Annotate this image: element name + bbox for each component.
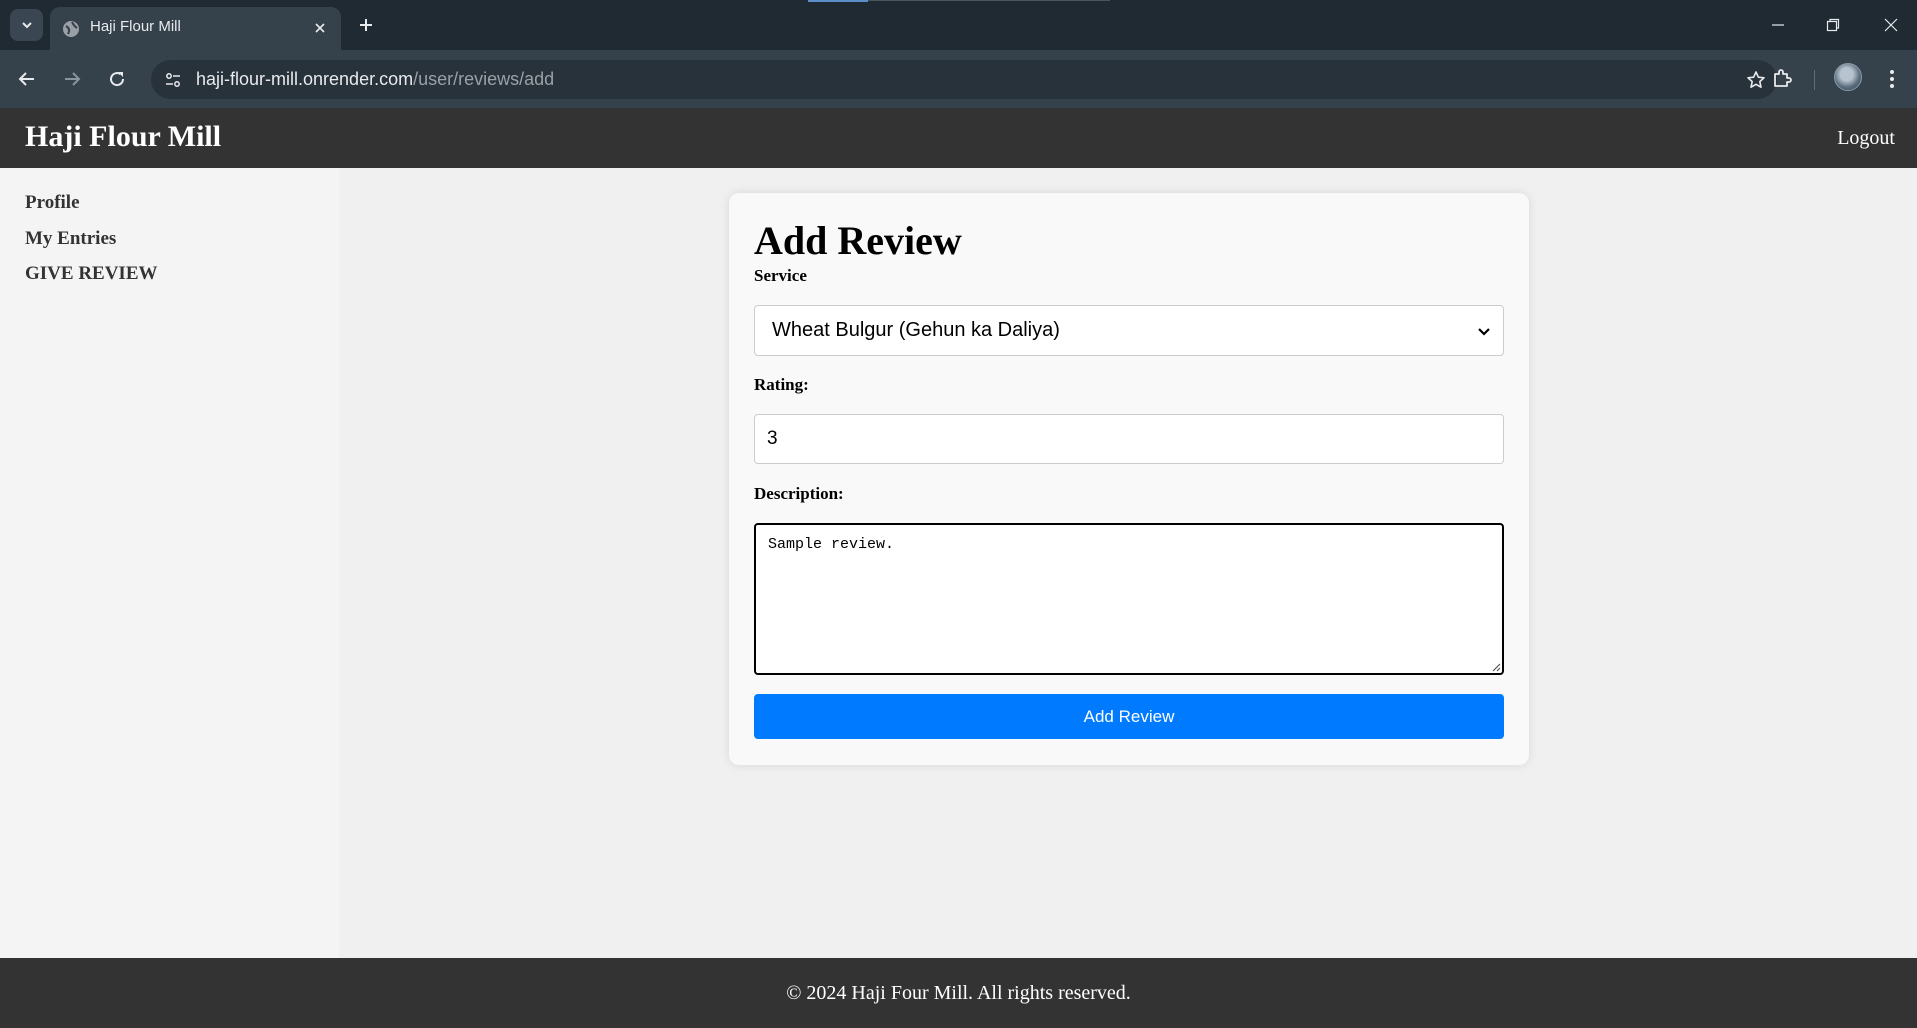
restore-button[interactable] [1818, 10, 1848, 40]
forward-button[interactable] [56, 63, 88, 95]
site-footer: © 2024 Haji Four Mill. All rights reserv… [0, 958, 1917, 1028]
url-path: /user/reviews/add [413, 69, 555, 89]
sidebar-item-my-entries[interactable]: My Entries [25, 228, 116, 250]
tune-icon [166, 73, 180, 87]
service-select[interactable]: Wheat Bulgur (Gehun ka Daliya) [754, 305, 1504, 356]
plus-icon [360, 19, 372, 31]
sidebar-item-give-review[interactable]: GIVE REVIEW [25, 263, 158, 285]
tab-close-button[interactable] [309, 17, 331, 39]
address-bar[interactable]: haji-flour-mill.onrender.com/user/review… [151, 60, 1777, 99]
puzzle-icon [1774, 69, 1792, 87]
chevron-down-icon [21, 22, 32, 29]
service-selected-value: Wheat Bulgur (Gehun ka Daliya) [772, 319, 1060, 341]
page-title: Add Review [754, 218, 962, 263]
site-info-button[interactable] [161, 68, 185, 92]
sidebar-item-profile[interactable]: Profile [25, 192, 80, 214]
star-icon [1747, 71, 1765, 88]
browser-toolbar: haji-flour-mill.onrender.com/user/review… [0, 50, 1917, 108]
restore-icon [1826, 18, 1840, 32]
tabstrip-divider [868, 0, 1110, 1]
rating-value: 3 [767, 428, 778, 449]
chevron-down-icon [1478, 328, 1490, 336]
reload-button[interactable] [101, 63, 133, 95]
description-value: Sample review. [768, 536, 895, 553]
tab-loading-indicator [808, 0, 868, 2]
minimize-icon [1772, 24, 1784, 26]
back-button[interactable] [11, 63, 43, 95]
description-textarea[interactable]: Sample review. [754, 523, 1504, 675]
add-review-form: Add Review Service Wheat Bulgur (Gehun k… [729, 193, 1529, 765]
site-brand[interactable]: Haji Flour Mill [25, 120, 221, 154]
add-review-button[interactable]: Add Review [754, 694, 1504, 739]
tab-search-button[interactable] [10, 9, 43, 41]
close-icon [315, 23, 325, 33]
rating-label: Rating: [754, 375, 809, 394]
sidebar: Profile My Entries GIVE REVIEW [0, 168, 339, 958]
resize-grip-icon[interactable] [1489, 660, 1501, 672]
tab-title: Haji Flour Mill [90, 18, 181, 35]
browser-tabstrip: Haji Flour Mill [0, 0, 1917, 50]
new-tab-button[interactable] [352, 11, 380, 39]
extensions-button[interactable] [1766, 63, 1798, 95]
rating-input[interactable]: 3 [754, 414, 1504, 464]
description-label: Description: [754, 484, 844, 503]
more-vert-icon [1890, 70, 1894, 88]
browser-tab[interactable]: Haji Flour Mill [50, 7, 341, 50]
service-label: Service [754, 266, 807, 285]
window-close-button[interactable] [1876, 10, 1906, 40]
url-text[interactable]: haji-flour-mill.onrender.com/user/review… [196, 69, 554, 90]
arrow-right-icon [65, 72, 81, 86]
toolbar-divider [1814, 70, 1815, 90]
browser-menu-button[interactable] [1876, 63, 1908, 95]
globe-icon [63, 21, 79, 37]
site-header: Haji Flour Mill Logout [0, 108, 1917, 168]
profile-avatar[interactable] [1834, 63, 1862, 91]
reload-icon [110, 72, 125, 87]
copyright-text: © 2024 Haji Four Mill. All rights reserv… [786, 982, 1131, 1004]
arrow-left-icon [18, 72, 34, 86]
close-icon [1884, 18, 1898, 32]
minimize-button[interactable] [1763, 10, 1793, 40]
url-host: haji-flour-mill.onrender.com [196, 69, 414, 89]
logout-link[interactable]: Logout [1837, 127, 1895, 150]
